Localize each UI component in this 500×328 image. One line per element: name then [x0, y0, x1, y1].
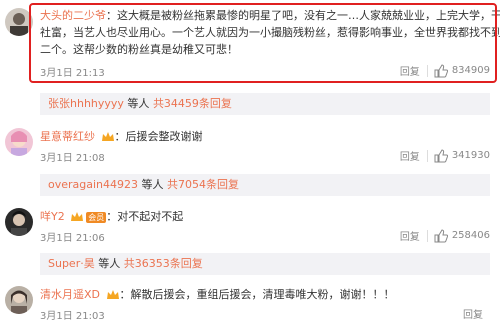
subreply-summary[interactable]: 张张hhhhyyyy 等人 共34459条回复	[40, 93, 490, 115]
comment-username[interactable]: 咩Y2	[40, 210, 65, 223]
subreply-text: 等人	[123, 97, 153, 110]
divider	[426, 229, 428, 242]
comment-text-line: ：后援会整改谢谢	[114, 130, 203, 143]
avatar[interactable]	[5, 128, 33, 156]
avatar[interactable]	[5, 208, 33, 236]
reply-button[interactable]: 回复	[400, 148, 420, 163]
comment-actions: 回复	[463, 306, 490, 321]
member-badge: 会员	[86, 211, 107, 223]
subreply-count[interactable]: 共36353条回复	[124, 257, 203, 270]
subreply-user[interactable]: 张张hhhhyyyy	[48, 97, 124, 110]
subreply-summary[interactable]: overagain44923 等人 共7054条回复	[40, 174, 490, 196]
comment-date: 3月1日 21:08	[40, 153, 105, 164]
comment-username[interactable]: 清水月遥XD	[40, 288, 100, 301]
subreply-count[interactable]: 共7054条回复	[167, 178, 239, 191]
subreply-text: 等人	[94, 257, 124, 270]
comment-text-line: ：对不起对不起	[106, 210, 184, 223]
vip-crown-icon	[101, 132, 114, 141]
avatar[interactable]	[5, 286, 33, 314]
vip-crown-icon	[71, 212, 84, 221]
like-count: 258406	[451, 230, 490, 241]
comment-actions: 回复 258406	[400, 228, 490, 243]
reply-button[interactable]: 回复	[463, 306, 483, 321]
vip-crown-icon	[106, 290, 119, 299]
thumbs-up-icon[interactable]	[434, 148, 448, 163]
highlight-box	[29, 3, 497, 83]
subreply-summary[interactable]: Super·昊 等人 共36353条回复	[40, 253, 490, 275]
comment-date: 3月1日 21:06	[40, 233, 105, 244]
like-count: 341930	[451, 150, 490, 161]
thumbs-up-icon[interactable]	[434, 228, 448, 243]
subreply-user[interactable]: Super·昊	[48, 257, 95, 270]
subreply-text: 等人	[138, 178, 168, 191]
comment-actions: 回复 341930	[400, 148, 490, 163]
comment-username[interactable]: 星意蒂红纱	[40, 130, 95, 143]
subreply-count[interactable]: 共34459条回复	[153, 97, 232, 110]
subreply-user[interactable]: overagain44923	[48, 178, 138, 191]
divider	[426, 149, 428, 162]
reply-button[interactable]: 回复	[400, 228, 420, 243]
comment-text-line: ：解散后援会，重组后援会，清理毒唯大粉，谢谢！！！	[119, 288, 395, 301]
comment-date: 3月1日 21:03	[40, 311, 105, 322]
